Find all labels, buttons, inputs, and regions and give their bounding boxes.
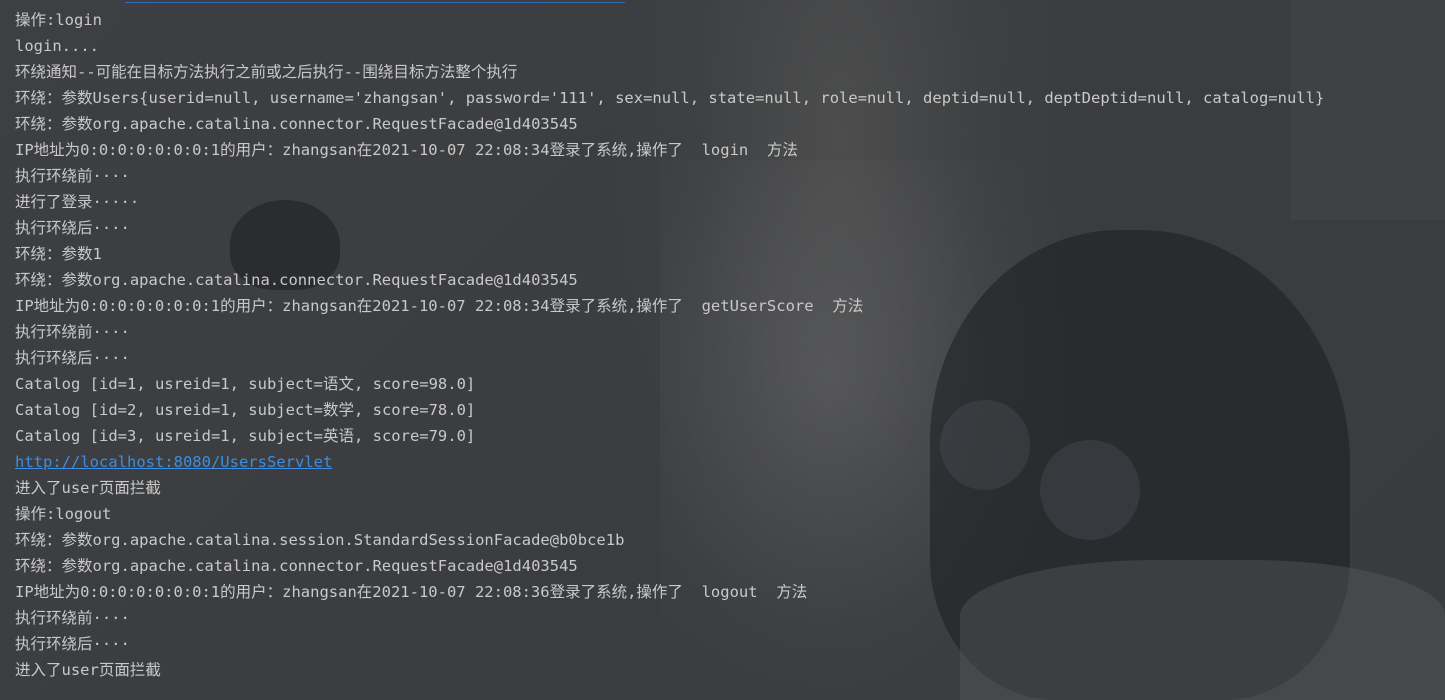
log-line: 环绕：参数Users{userid=null, username='zhangs… bbox=[15, 89, 1325, 107]
log-line: 执行环绕后···· bbox=[15, 219, 130, 237]
log-line: IP地址为0:0:0:0:0:0:0:1的用户：zhangsan在2021-10… bbox=[15, 583, 808, 601]
log-line: 执行环绕前···· bbox=[15, 167, 130, 185]
log-line: Catalog [id=3, usreid=1, subject=英语, sco… bbox=[15, 427, 476, 445]
scrolled-off-link-underline[interactable] bbox=[125, 0, 625, 3]
log-line: 环绕：参数1 bbox=[15, 245, 102, 263]
log-line: IP地址为0:0:0:0:0:0:0:1的用户：zhangsan在2021-10… bbox=[15, 297, 864, 315]
servlet-url-link[interactable]: http://localhost:8080/UsersServlet bbox=[15, 449, 1324, 475]
log-line: Catalog [id=2, usreid=1, subject=数学, sco… bbox=[15, 401, 476, 419]
log-line: 进入了user页面拦截 bbox=[15, 661, 161, 679]
console-log-lines: 操作:login login.... 环绕通知--可能在目标方法执行之前或之后执… bbox=[15, 7, 1324, 683]
log-line: 环绕：参数org.apache.catalina.session.Standar… bbox=[15, 531, 625, 549]
log-line: 操作:logout bbox=[15, 505, 112, 523]
log-line: 环绕：参数org.apache.catalina.connector.Reque… bbox=[15, 115, 578, 133]
log-line: login.... bbox=[15, 37, 99, 55]
log-line: 环绕：参数org.apache.catalina.connector.Reque… bbox=[15, 271, 578, 289]
log-line: 进入了user页面拦截 bbox=[15, 479, 161, 497]
log-line: 执行环绕前···· bbox=[15, 323, 130, 341]
log-line: 操作:login bbox=[15, 11, 102, 29]
log-line: 执行环绕后···· bbox=[15, 349, 130, 367]
log-line: 执行环绕前···· bbox=[15, 609, 130, 627]
log-line: 进行了登录····· bbox=[15, 193, 140, 211]
log-line: 执行环绕后···· bbox=[15, 635, 130, 653]
log-line: Catalog [id=1, usreid=1, subject=语文, sco… bbox=[15, 375, 476, 393]
log-line: 环绕通知--可能在目标方法执行之前或之后执行--围绕目标方法整个执行 bbox=[15, 63, 518, 81]
log-line: IP地址为0:0:0:0:0:0:0:1的用户：zhangsan在2021-10… bbox=[15, 141, 798, 159]
console-output-panel: 操作:login login.... 环绕通知--可能在目标方法执行之前或之后执… bbox=[0, 0, 1445, 700]
log-line: 环绕：参数org.apache.catalina.connector.Reque… bbox=[15, 557, 578, 575]
